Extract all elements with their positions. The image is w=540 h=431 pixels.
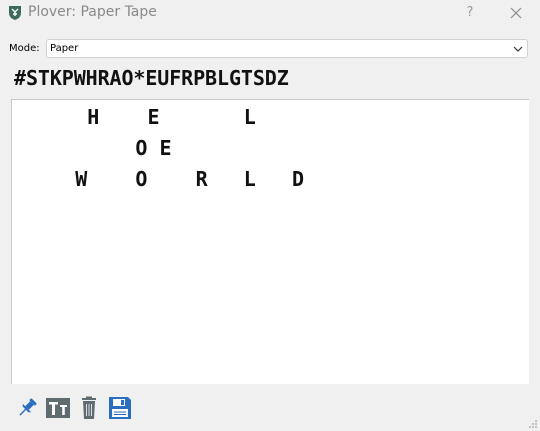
pin-icon[interactable]	[14, 395, 40, 421]
resize-grip-icon[interactable]	[528, 419, 538, 429]
trash-icon[interactable]	[76, 395, 102, 421]
save-icon[interactable]	[107, 395, 133, 421]
chevron-down-icon	[513, 46, 523, 52]
steno-keys-header: #STKPWHRAO*EUFRPBLGTSDZ	[14, 66, 289, 90]
tape-line: H E L	[15, 105, 256, 129]
plover-app-icon	[9, 6, 21, 20]
title-bar: Plover: Paper Tape ?	[0, 0, 540, 26]
window-title: Plover: Paper Tape	[28, 4, 157, 20]
mode-selected-value: Paper	[50, 43, 79, 54]
mode-label: Mode:	[9, 43, 40, 54]
help-button[interactable]: ?	[461, 3, 479, 23]
close-icon[interactable]	[506, 3, 526, 23]
font-icon[interactable]	[45, 395, 71, 421]
tape-line: O E	[15, 136, 172, 160]
paper-tape-area[interactable]: H E L O E W O R L D	[11, 99, 529, 384]
mode-select[interactable]: Paper	[46, 39, 528, 58]
tape-line: W O R L D	[15, 167, 304, 191]
